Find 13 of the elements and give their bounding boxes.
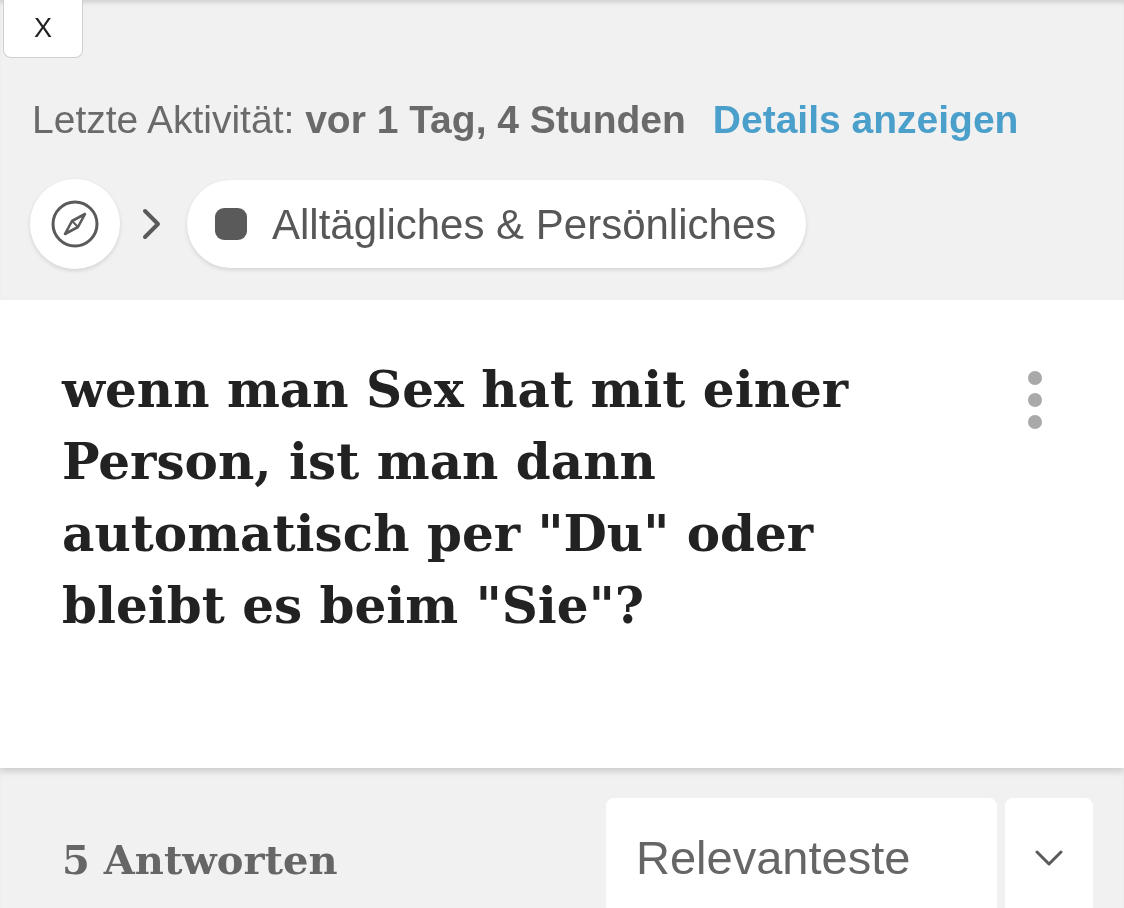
close-button[interactable]: X (3, 0, 83, 58)
answer-count: 5 Antworten (62, 835, 338, 885)
chevron-down-icon (1035, 850, 1063, 866)
compass-button[interactable] (30, 179, 120, 269)
sort-toggle-button[interactable] (1005, 798, 1093, 908)
chevron-right-icon (142, 208, 162, 240)
question-title: wenn man Sex hat mit einer Person, ist man dann automatisch per "Du" oder bleibt es beim "Sie"? (62, 359, 850, 637)
more-options-button[interactable] (1027, 370, 1043, 430)
last-activity-text: Letzte Aktivität: vor 1 Tag, 4 Stunden (32, 98, 686, 142)
sort-dropdown[interactable]: Relevanteste (606, 798, 997, 908)
more-options-icon (1027, 370, 1043, 430)
compass-icon (50, 199, 100, 249)
category-pill[interactable]: Alltägliches & Persönliches (187, 180, 807, 268)
